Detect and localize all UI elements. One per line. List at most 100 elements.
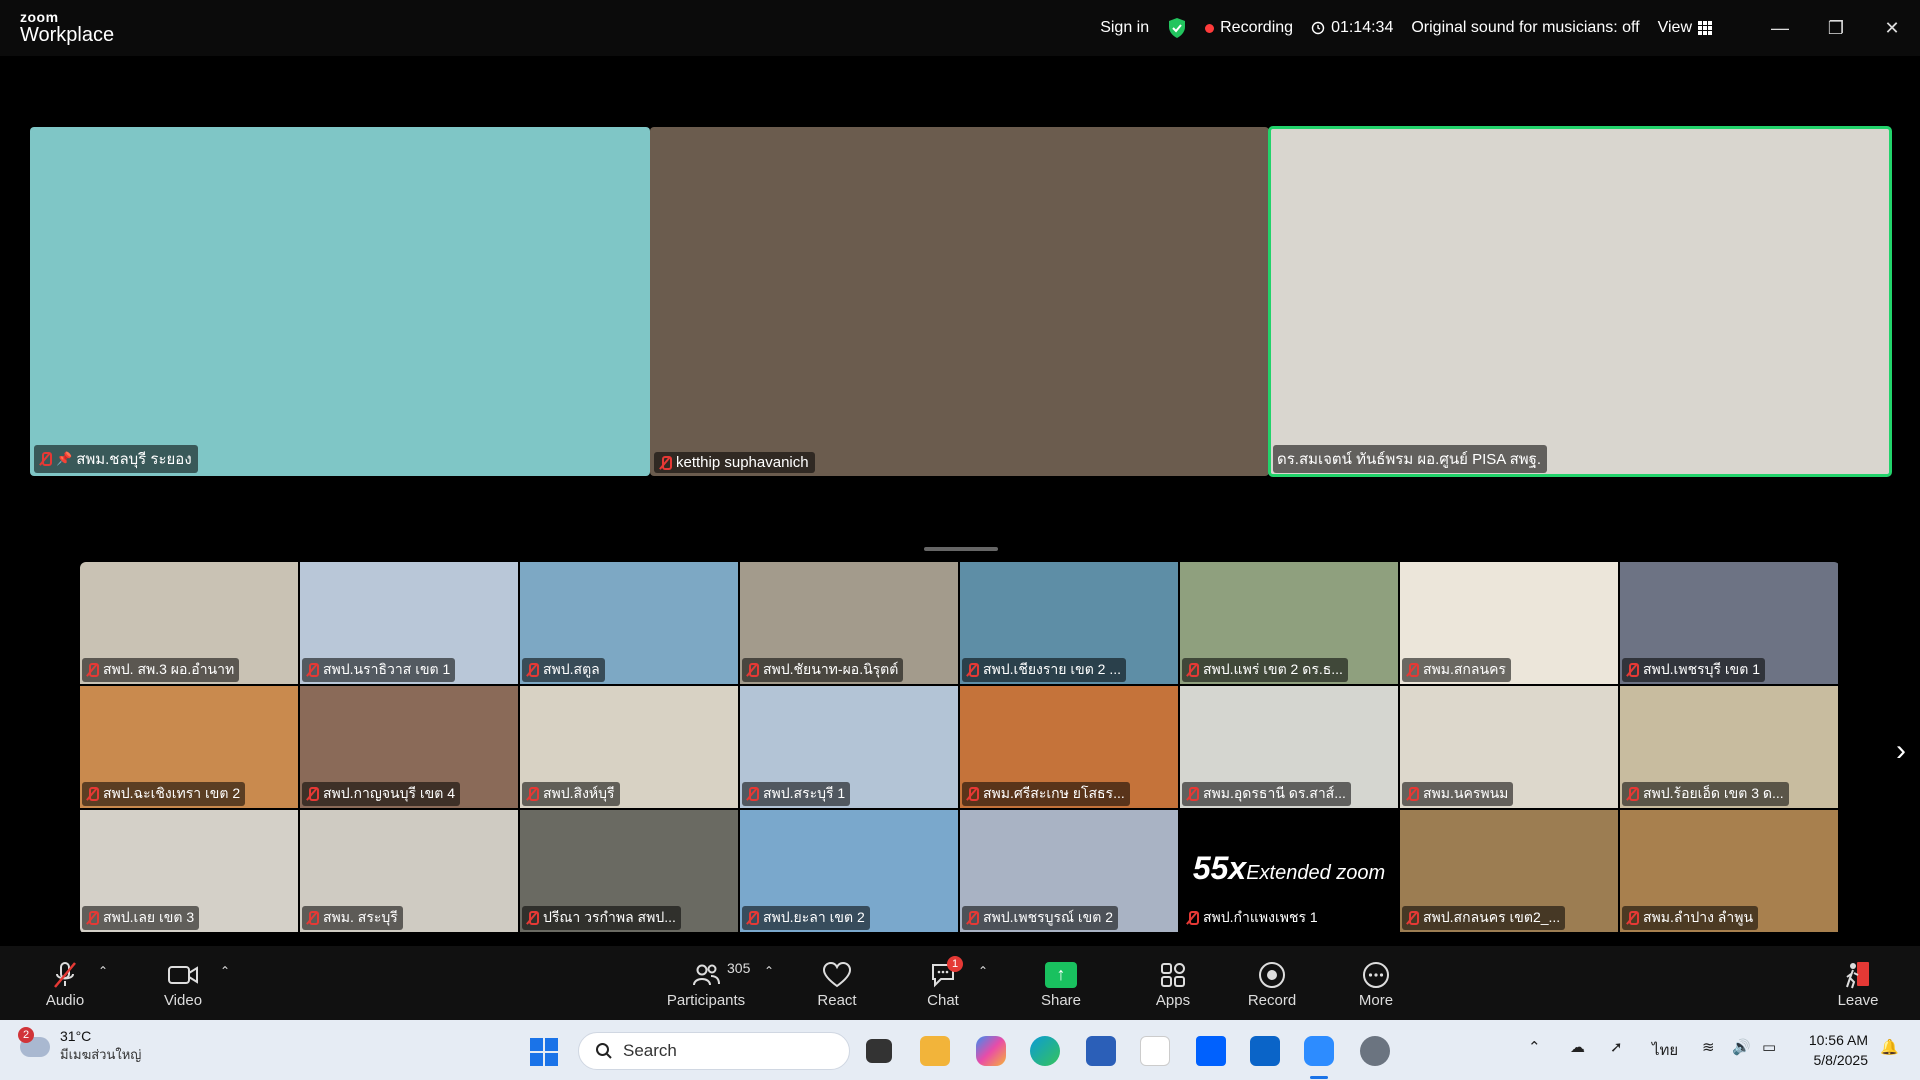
taskbar-clock[interactable]: 10:56 AM 5/8/2025 (1809, 1030, 1868, 1070)
more-button[interactable]: More (1356, 946, 1396, 1020)
settings-gear-icon[interactable] (1360, 1036, 1390, 1066)
mic-muted-icon (965, 663, 979, 677)
participant-name: สพม.อุดรธานี ดร.สาส์... (1203, 785, 1346, 801)
cloud-icon: 2 (18, 1026, 50, 1057)
close-button[interactable]: ✕ (1864, 0, 1920, 56)
video-camera-icon (167, 958, 199, 992)
participant-tile[interactable]: สพป.ยะลา เขต 2 (740, 810, 958, 932)
taskbar-search-input[interactable]: Search (578, 1032, 850, 1070)
task-view-icon[interactable] (866, 1039, 892, 1063)
mic-muted-icon (1625, 663, 1639, 677)
record-label: Record (1247, 991, 1297, 1009)
record-button[interactable]: Record (1246, 946, 1298, 1020)
audio-options-caret-icon[interactable]: ⌃ (98, 964, 108, 978)
participant-tile[interactable]: สพป.สกลนคร เขต2_... (1400, 810, 1618, 932)
original-sound-label: Original sound for musicians: off (1411, 19, 1640, 36)
participant-name: สพป.ฉะเชิงเทรา เขต 2 (103, 785, 241, 801)
volume-icon[interactable]: 🔊 (1732, 1038, 1751, 1056)
participant-tile[interactable]: สพป.ชัยนาท-ผอ.นิรุตต์ (740, 562, 958, 684)
outlook-icon[interactable] (1250, 1036, 1280, 1066)
wifi-icon[interactable]: ≋ (1702, 1038, 1715, 1056)
copilot-icon[interactable] (976, 1036, 1006, 1066)
view-button[interactable]: View (1658, 19, 1712, 37)
participant-name: สพป.แพร่ เขต 2 ดร.ธ... (1203, 661, 1343, 677)
participant-tile[interactable]: สพม.ศรีสะเกษ ยโสธร... (960, 686, 1178, 808)
location-icon[interactable]: ➚ (1610, 1038, 1623, 1056)
next-page-arrow-icon[interactable]: › (1896, 734, 1906, 768)
resize-handle[interactable] (924, 547, 998, 551)
mic-muted-icon (1405, 911, 1419, 925)
participant-tile[interactable]: สพป.เลย เขต 3 (80, 810, 298, 932)
amazon-icon[interactable] (1140, 1036, 1170, 1066)
microsoft-store-icon[interactable] (1086, 1036, 1116, 1066)
participant-tile[interactable]: สพม.อุดรธานี ดร.สาส์... (1180, 686, 1398, 808)
participant-tile[interactable]: สพป.เชียงราย เขต 2 ... (960, 562, 1178, 684)
chat-unread-badge: 1 (947, 955, 963, 972)
speaker-name: ดร.สมเจตน์ ทันธ์พรม ผอ.ศูนย์ PISA สพฐ. (1277, 451, 1542, 468)
title-bar: zoom Workplace Sign in Recording 01:14:3… (0, 0, 1920, 56)
recording-indicator[interactable]: Recording (1205, 19, 1293, 37)
minimize-button[interactable]: — (1752, 0, 1808, 56)
participant-tile[interactable]: สพป. สพ.3 ผอ.อำนาท (80, 562, 298, 684)
windows-start-icon[interactable] (530, 1038, 558, 1066)
participant-tile[interactable]: สพม.นครพนม (1400, 686, 1618, 808)
mic-muted-icon (1185, 787, 1199, 801)
pin-icon: 📌 (56, 451, 73, 466)
participant-name: สพม.สกลนคร (1423, 661, 1506, 677)
audio-button[interactable]: Audio (42, 946, 88, 1020)
apps-button[interactable]: Apps (1154, 946, 1192, 1020)
speaker-tile[interactable]: ketthip suphavanich (650, 127, 1269, 476)
participant-tile[interactable]: สพป.ฉะเชิงเทรา เขต 2 (80, 686, 298, 808)
participant-tile[interactable]: สพม.สกลนคร (1400, 562, 1618, 684)
mic-muted-icon (525, 787, 539, 801)
participant-tile[interactable]: สพป.สระบุรี 1 (740, 686, 958, 808)
participant-tile[interactable]: สพป.สตูล (520, 562, 738, 684)
edge-browser-icon[interactable] (1030, 1036, 1060, 1066)
restore-button[interactable]: ❐ (1808, 0, 1864, 56)
participant-name: สพป.นราธิวาส เขต 1 (323, 661, 451, 677)
battery-icon[interactable]: ▭ (1762, 1038, 1776, 1056)
participant-tile[interactable]: สพม.ลำปาง ลำพูน (1620, 810, 1838, 932)
share-button[interactable]: ↑ Share (1038, 946, 1084, 1020)
participant-tile[interactable]: ปรีณา วรกำพล สพป... (520, 810, 738, 932)
zoom-app-icon[interactable] (1304, 1036, 1334, 1066)
leave-label: Leave (1837, 991, 1879, 1009)
input-language[interactable]: ไทย (1652, 1038, 1678, 1062)
participant-name: สพป.สิงห์บุรี (543, 785, 615, 801)
participants-options-caret-icon[interactable]: ⌃ (764, 964, 774, 978)
leave-button[interactable]: Leave (1838, 946, 1878, 1020)
weather-widget[interactable]: 2 31°C มีเมฆส่วนใหญ่ (18, 1026, 141, 1065)
video-options-caret-icon[interactable]: ⌃ (220, 964, 230, 978)
audio-label: Audio (45, 991, 85, 1009)
file-explorer-icon[interactable] (920, 1036, 950, 1066)
participant-tile[interactable]: สพป.แพร่ เขต 2 ดร.ธ... (1180, 562, 1398, 684)
react-button[interactable]: React (816, 946, 858, 1020)
participant-tile[interactable]: สพป.สิงห์บุรี (520, 686, 738, 808)
participant-tile[interactable]: สพป.กาญจนบุรี เขต 4 (300, 686, 518, 808)
speaker-name-label: 📌 สพม.ชลบุรี ระยอง (34, 445, 198, 473)
participant-tile[interactable]: สพป.ร้อยเอ็ด เขต 3 ด... (1620, 686, 1838, 808)
speaker-tile[interactable]: 📌 สพม.ชลบุรี ระยอง (30, 127, 650, 476)
participant-tile[interactable]: สพป.เพชรบุรี เขต 1 (1620, 562, 1838, 684)
chat-button[interactable]: 1 Chat (924, 946, 963, 1020)
speaker-name-label: ketthip suphavanich (654, 452, 815, 473)
onedrive-icon[interactable]: ☁ (1570, 1038, 1585, 1056)
security-shield-icon[interactable] (1167, 17, 1187, 39)
notification-bell-icon[interactable]: 🔔 (1880, 1038, 1899, 1056)
speaker-name: สพม.ชลบุรี ระยอง (76, 451, 192, 468)
video-button[interactable]: Video (160, 946, 206, 1020)
participant-tile[interactable]: 55xExtended zoom สพป.กำแพงเพชร 1 (1180, 810, 1398, 932)
clock-time: 10:56 AM (1808, 1032, 1868, 1048)
participant-tile[interactable]: สพป.เพชรบูรณ์ เขต 2 (960, 810, 1178, 932)
active-speaker-tile[interactable]: ดร.สมเจตน์ ทันธ์พรม ผอ.ศูนย์ PISA สพฐ. (1268, 126, 1892, 477)
original-sound-status[interactable]: Original sound for musicians: off (1411, 19, 1639, 37)
participant-tile[interactable]: สพม. สระบุรี (300, 810, 518, 932)
sign-in-link[interactable]: Sign in (1100, 19, 1149, 37)
participant-name-label: สพป.สระบุรี 1 (742, 782, 851, 806)
dropbox-icon[interactable] (1196, 1036, 1226, 1066)
chat-options-caret-icon[interactable]: ⌃ (978, 964, 988, 978)
participant-name-label: สพป.กำแพงเพชร 1 (1182, 906, 1323, 930)
participant-tile[interactable]: สพป.นราธิวาส เขต 1 (300, 562, 518, 684)
participants-button[interactable]: 305 Participants (664, 946, 751, 1020)
show-hidden-icons-chevron-icon[interactable]: ⌃ (1528, 1038, 1541, 1056)
